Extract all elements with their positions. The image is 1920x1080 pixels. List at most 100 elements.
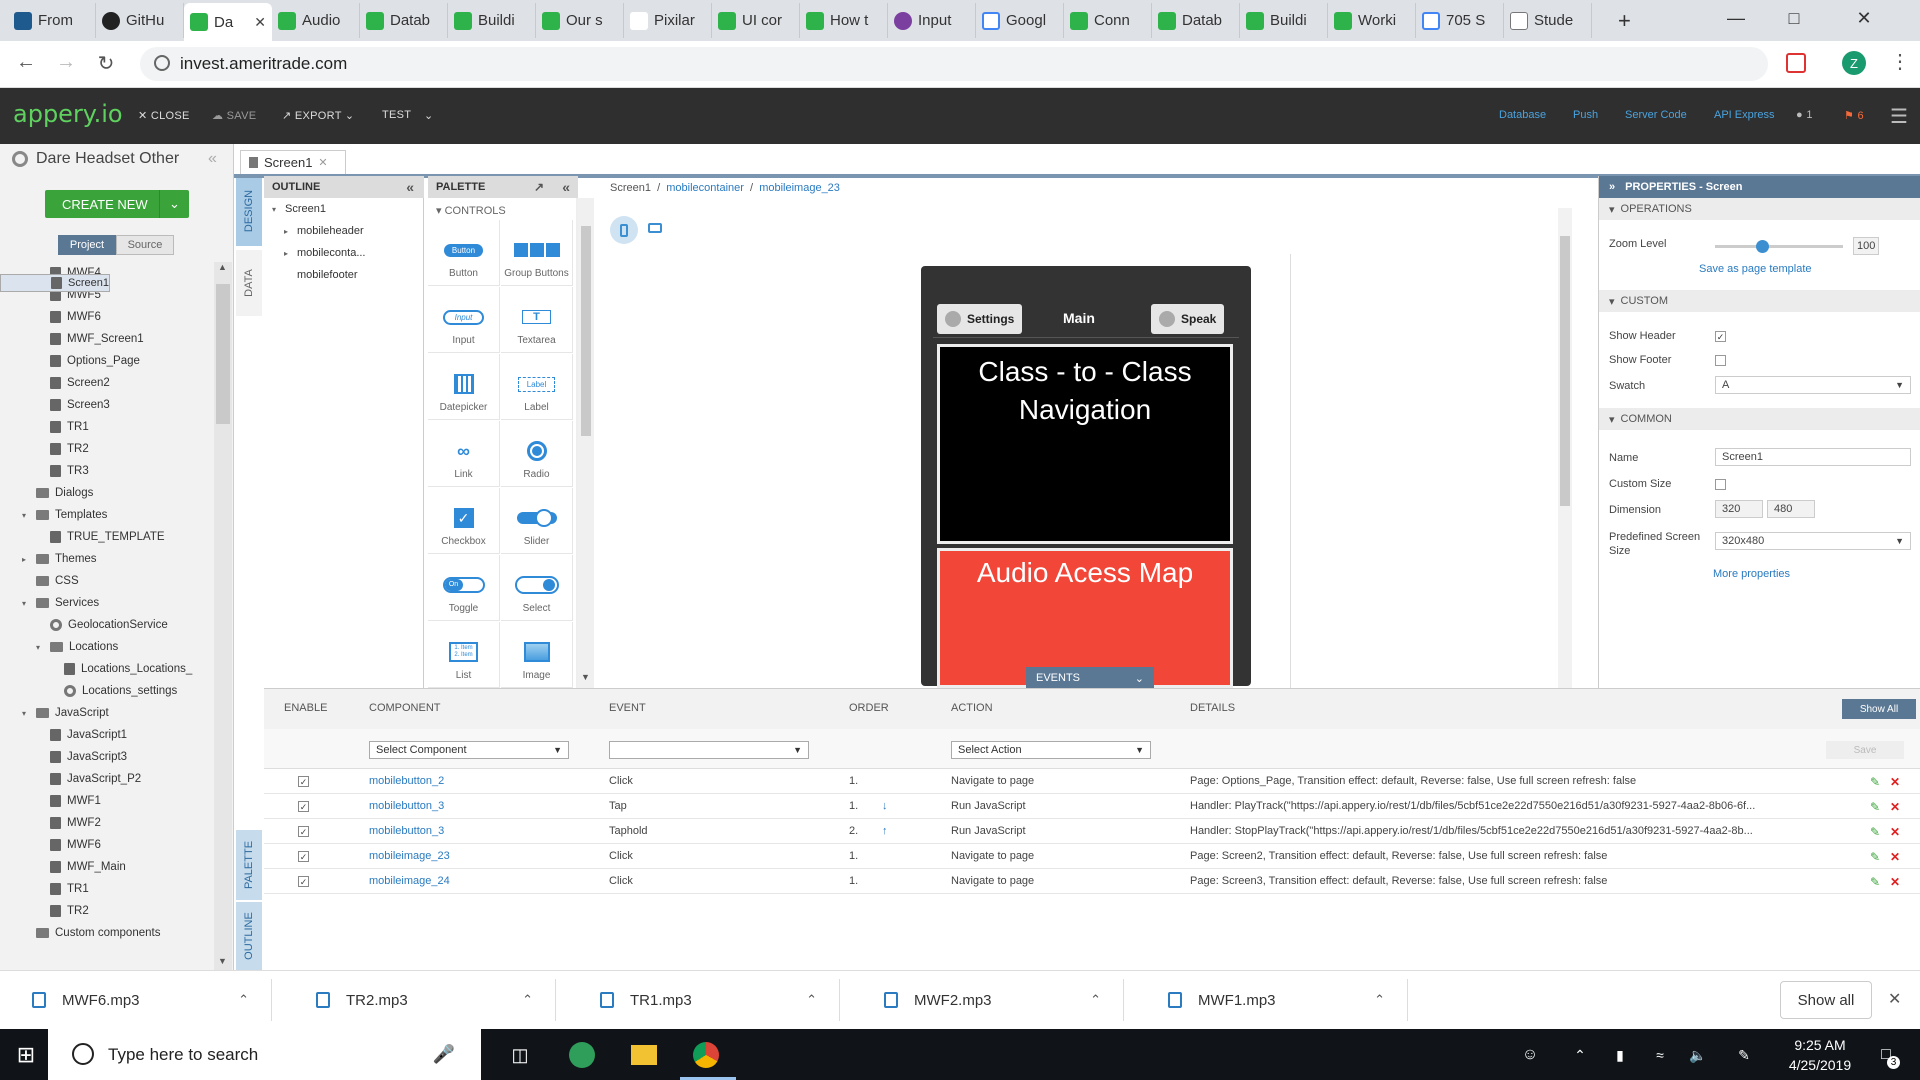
table-row[interactable]: ✓ mobilebutton_3 Tap 1. ↓ Run JavaScript Handl… (264, 794, 1920, 819)
show-all-button[interactable]: Show All (1842, 699, 1916, 719)
breadcrumb-container[interactable]: mobilecontainer (666, 182, 744, 194)
pocket-extension-icon[interactable] (1786, 53, 1806, 73)
server-code-link[interactable]: Server Code (1625, 109, 1687, 121)
tree-item[interactable]: TR1 (0, 878, 213, 900)
expand-arrow-icon[interactable]: ▾ (22, 511, 30, 520)
expand-arrow-icon[interactable]: ▾ (22, 709, 30, 718)
browser-tab[interactable]: Input (888, 3, 976, 38)
palette-item-image[interactable]: Image (501, 622, 573, 688)
event-component-link[interactable]: mobileimage_23 (369, 850, 450, 862)
dimension-width[interactable]: 320 (1715, 500, 1763, 518)
download-item[interactable]: MWF2.mp3 ⌃ (856, 979, 1124, 1021)
section-custom[interactable]: ▾ CUSTOM (1599, 290, 1920, 312)
notifications[interactable]: ⚑ 6 (1844, 109, 1864, 122)
download-item[interactable]: MWF1.mp3 ⌃ (1140, 979, 1408, 1021)
palette-item-checkbox[interactable]: ✓ Checkbox (428, 488, 500, 554)
show-footer-checkbox[interactable] (1715, 355, 1726, 366)
expand-arrow-icon[interactable]: ▾ (36, 643, 44, 652)
collapse-panel-icon[interactable]: « (208, 150, 217, 168)
browser-tab[interactable]: Stude (1504, 3, 1592, 38)
close-tab-icon[interactable]: ✕ (318, 156, 327, 169)
event-component-link[interactable]: mobilebutton_3 (369, 800, 444, 812)
chevron-up-icon[interactable]: ⌃ (238, 992, 249, 1008)
reorder-arrow-icon[interactable]: ↓ (882, 800, 888, 812)
chevron-up-icon[interactable]: ⌃ (1374, 992, 1385, 1008)
tree-item[interactable]: Locations_settings (0, 680, 213, 702)
expand-arrow-icon[interactable]: ▾ (272, 205, 280, 214)
palette-item-radio[interactable]: Radio (501, 421, 573, 487)
tree-item[interactable]: Locations_Locations_ (0, 658, 213, 680)
tree-item[interactable]: MWF6 (0, 306, 213, 328)
browser-tab[interactable]: GitHu (96, 3, 184, 38)
palette-scrollbar[interactable]: ▼ (578, 198, 594, 688)
more-properties-link[interactable]: More properties (1713, 568, 1790, 580)
maximize-icon[interactable]: □ (1764, 0, 1824, 36)
edit-icon[interactable]: ✎ (1870, 875, 1880, 889)
tree-item[interactable]: TRUE_TEMPLATE (0, 526, 213, 548)
tree-item[interactable]: MWF_Screen1 (0, 328, 213, 350)
palette-item-link[interactable]: ∞ Link (428, 421, 500, 487)
swatch-select[interactable]: A ▼ (1715, 376, 1911, 394)
tab-source[interactable]: Source (116, 235, 174, 255)
taskbar-clock[interactable]: 9:25 AM 4/25/2019 (1770, 1035, 1870, 1075)
tab-palette-side[interactable]: PALETTE (236, 830, 262, 900)
pen-icon[interactable]: ✎ (1730, 1041, 1758, 1069)
save-button[interactable]: ☁ SAVE (212, 109, 256, 122)
reorder-arrow-icon[interactable]: ↑ (882, 825, 888, 837)
browser-tab[interactable]: Googl (976, 3, 1064, 38)
table-row[interactable]: ✓ mobilebutton_2 Click 1. Navigate to page Pa… (264, 769, 1920, 794)
palette-item-datepicker[interactable]: Datepicker (428, 354, 500, 420)
action-center-icon[interactable]: □ 3 (1872, 1041, 1900, 1069)
event-component-link[interactable]: mobileimage_24 (369, 875, 450, 887)
zoom-slider[interactable] (1715, 240, 1843, 253)
settings-button[interactable]: Settings (937, 304, 1023, 334)
browser-app-icon[interactable] (568, 1041, 596, 1069)
hamburger-menu-icon[interactable]: ☰ (1890, 104, 1908, 129)
collapse-palette-icon[interactable]: « (562, 179, 570, 195)
delete-icon[interactable]: ✕ (1890, 875, 1900, 889)
show-header-checkbox[interactable]: ✓ (1715, 331, 1726, 342)
dimension-height[interactable]: 480 (1767, 500, 1815, 518)
save-as-template-link[interactable]: Save as page template (1699, 263, 1812, 275)
browser-tab[interactable]: Our s (536, 3, 624, 38)
tree-item[interactable]: JavaScript1 (0, 724, 213, 746)
push-link[interactable]: Push (1573, 109, 1598, 121)
database-link[interactable]: Database (1499, 109, 1546, 121)
tab-outline-side[interactable]: OUTLINE (236, 902, 262, 970)
browser-tab[interactable]: Datab (1152, 3, 1240, 38)
breadcrumb-screen[interactable]: Screen1 (610, 182, 651, 194)
scroll-down-icon[interactable]: ▼ (581, 672, 590, 682)
tree-item[interactable]: JavaScript_P2 (0, 768, 213, 790)
chevron-up-icon[interactable]: ⌃ (522, 992, 533, 1008)
expand-palette-icon[interactable]: ↗ (534, 180, 544, 194)
select-component-dropdown[interactable]: Select Component ▼ (369, 741, 569, 759)
browser-tab[interactable]: Audio (272, 3, 360, 38)
palette-item-slider[interactable]: Slider (501, 488, 573, 554)
expand-arrow-icon[interactable]: ▸ (284, 249, 292, 258)
event-enable-checkbox[interactable]: ✓ (298, 826, 309, 837)
user-count[interactable]: ● 1 (1796, 109, 1813, 121)
site-info-icon[interactable] (154, 55, 170, 71)
scroll-thumb[interactable] (216, 284, 230, 424)
windows-start-icon[interactable]: ⊞ (12, 1041, 40, 1069)
reload-icon[interactable]: ↻ (92, 51, 120, 76)
expand-arrow-icon[interactable]: ▸ (22, 555, 30, 564)
palette-item-list[interactable]: 1. Item 2. Item List (428, 622, 500, 688)
browser-tab[interactable]: Da ✕ (184, 3, 272, 41)
tray-chevron-icon[interactable]: ⌃ (1566, 1041, 1594, 1069)
editor-tab-screen1[interactable]: Screen1 ✕ (240, 150, 346, 174)
section-operations[interactable]: ▾ OPERATIONS (1599, 198, 1920, 220)
tree-item[interactable]: ▾ Services (0, 592, 213, 614)
outline-node[interactable]: ▾ Screen1 (264, 198, 423, 220)
people-icon[interactable]: ☺ (1516, 1041, 1544, 1069)
browser-tab[interactable]: 705 S (1416, 3, 1504, 38)
event-component-link[interactable]: mobilebutton_3 (369, 825, 444, 837)
tree-item[interactable]: JavaScript3 (0, 746, 213, 768)
create-new-button[interactable]: CREATE NEW ⌄ (45, 190, 189, 218)
tab-project[interactable]: Project (58, 235, 116, 255)
test-dropdown-icon[interactable]: ⌄ (424, 109, 434, 122)
canvas-scroll-thumb[interactable] (1560, 236, 1570, 506)
tree-item[interactable]: ▾ JavaScript (0, 702, 213, 724)
tree-item[interactable]: TR2 (0, 438, 213, 460)
browser-tab[interactable]: Datab (360, 3, 448, 38)
